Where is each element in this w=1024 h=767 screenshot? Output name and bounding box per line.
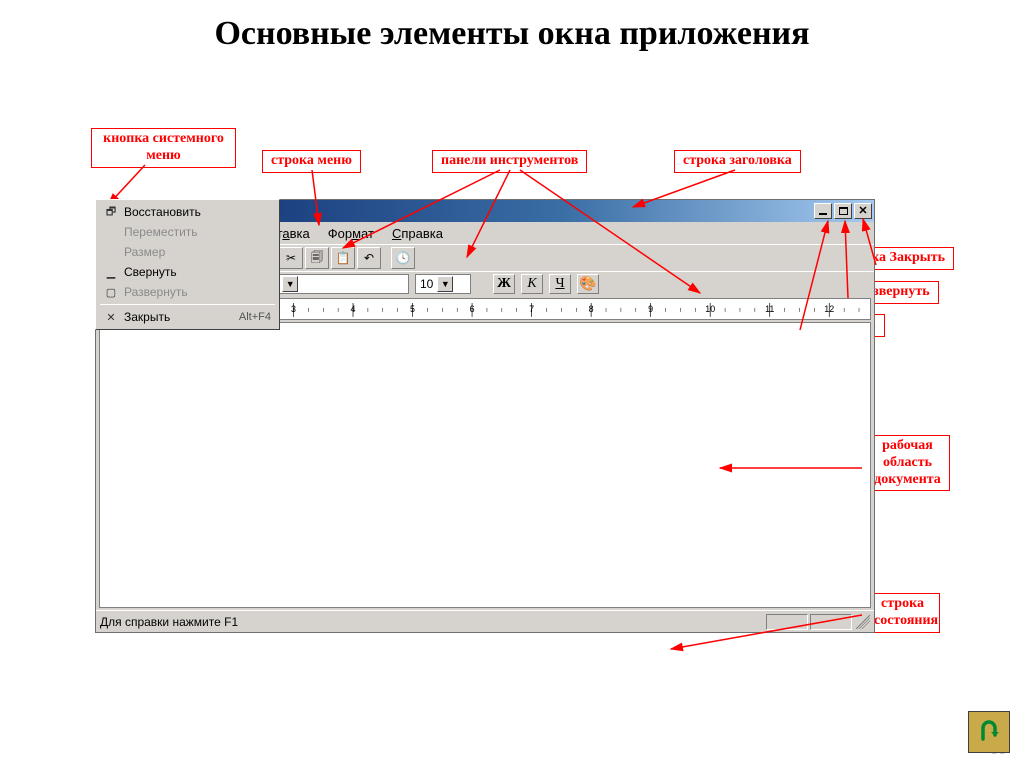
callout-menubar: строка меню [262, 150, 361, 173]
sysmenu-move: Переместить [98, 222, 277, 242]
sysmenu-maximize: ▢Развернуть [98, 282, 277, 302]
callout-sysmenu-btn: кнопка системногоменю [91, 128, 236, 168]
sysmenu-minimize[interactable]: ▁Свернуть [98, 262, 277, 282]
document-area[interactable] [99, 322, 871, 608]
italic-button[interactable]: К [521, 274, 543, 294]
callout-workarea: рабочаяобластьдокумента [865, 435, 950, 491]
callout-statusbar: строкасостояния [865, 593, 940, 633]
bold-button[interactable]: Ж [493, 274, 515, 294]
maximize-icon: ▢ [104, 286, 118, 299]
svg-text:6: 6 [470, 304, 475, 314]
resize-grip[interactable] [856, 615, 870, 629]
menu-format[interactable]: Формат [320, 225, 382, 242]
close-button[interactable]: ✕ [854, 203, 872, 219]
tb-copy[interactable]: 🗐 [305, 247, 329, 269]
status-text: Для справки нажмите F1 [100, 615, 238, 629]
close-icon: ✕ [104, 311, 118, 324]
chevron-down-icon: ▼ [437, 276, 453, 292]
svg-text:8: 8 [589, 304, 594, 314]
maximize-button[interactable] [834, 203, 852, 219]
tb-cut[interactable]: ✂ [279, 247, 303, 269]
sysmenu-restore[interactable]: 🗗Восстановить [98, 202, 277, 222]
slide-title: Основные элементы окна приложения [0, 14, 1024, 53]
svg-text:3: 3 [291, 304, 296, 314]
status-pane [810, 614, 852, 630]
status-bar: Для справки нажмите F1 [96, 610, 874, 632]
undo-icon: ↶ [364, 251, 374, 265]
svg-text:4: 4 [351, 304, 356, 314]
svg-text:11: 11 [765, 304, 774, 314]
minimize-button[interactable] [814, 203, 832, 219]
system-menu: 🗗Восстановить Переместить Размер ▁Сверну… [95, 199, 280, 330]
tb-undo[interactable]: ↶ [357, 247, 381, 269]
copy-icon: 🗐 [311, 248, 323, 269]
minimize-icon: ▁ [104, 266, 118, 279]
nav-back-button[interactable] [968, 711, 1010, 753]
svg-text:5: 5 [410, 304, 415, 314]
menu-help[interactable]: Справка [384, 225, 451, 242]
chevron-down-icon: ▼ [282, 276, 298, 292]
svg-text:7: 7 [529, 304, 534, 314]
callout-titlebar: строка заголовка [674, 150, 801, 173]
cut-icon: ✂ [286, 251, 296, 265]
svg-text:10: 10 [705, 304, 715, 314]
color-button[interactable]: 🎨 [577, 274, 599, 294]
svg-text:12: 12 [824, 304, 834, 314]
close-icon: ✕ [858, 206, 867, 217]
minimize-icon [819, 213, 827, 215]
tb-paste[interactable]: 📋 [331, 247, 355, 269]
paste-icon: 📋 [336, 251, 351, 265]
restore-icon: 🗗 [104, 203, 118, 222]
size-combo-value: 10 [420, 277, 433, 291]
underline-button[interactable]: Ч [549, 274, 571, 294]
datetime-icon: 🕓 [396, 251, 411, 265]
sysmenu-size: Размер [98, 242, 277, 262]
u-turn-icon [974, 717, 1004, 747]
sysmenu-close[interactable]: ✕ЗакрытьAlt+F4 [98, 307, 277, 327]
tb-datetime[interactable]: 🕓 [391, 247, 415, 269]
callout-toolbars: панели инструментов [432, 150, 587, 173]
svg-text:9: 9 [648, 304, 653, 314]
status-pane [766, 614, 808, 630]
maximize-icon [839, 207, 848, 215]
color-icon: 🎨 [579, 276, 596, 293]
size-combo[interactable]: 10 ▼ [415, 274, 471, 294]
